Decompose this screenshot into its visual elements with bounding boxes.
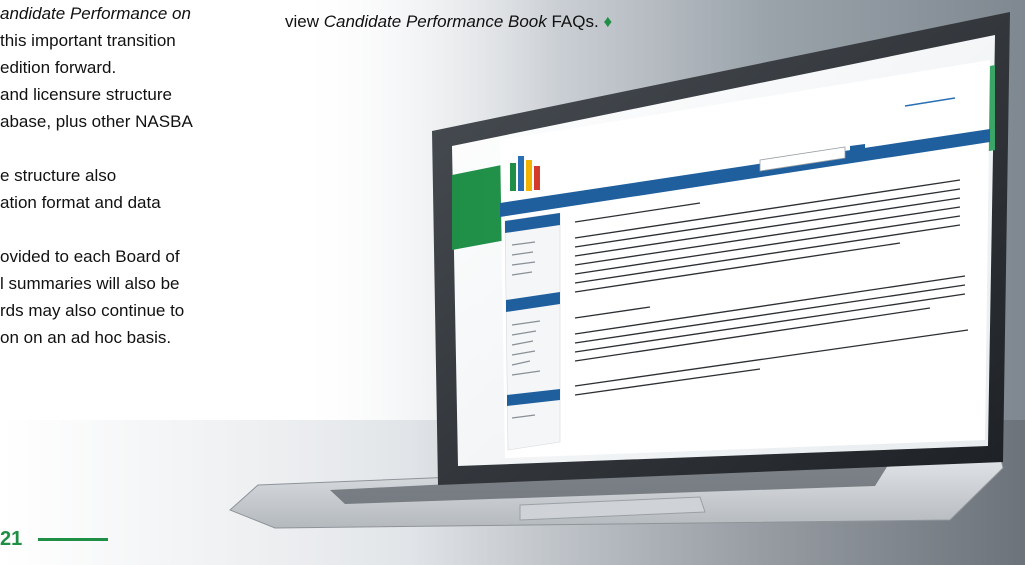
laptop-illustration (229, 12, 1010, 529)
advanced-search-button[interactable] (850, 144, 865, 157)
page: andidate Performance on this important t… (0, 0, 1025, 565)
